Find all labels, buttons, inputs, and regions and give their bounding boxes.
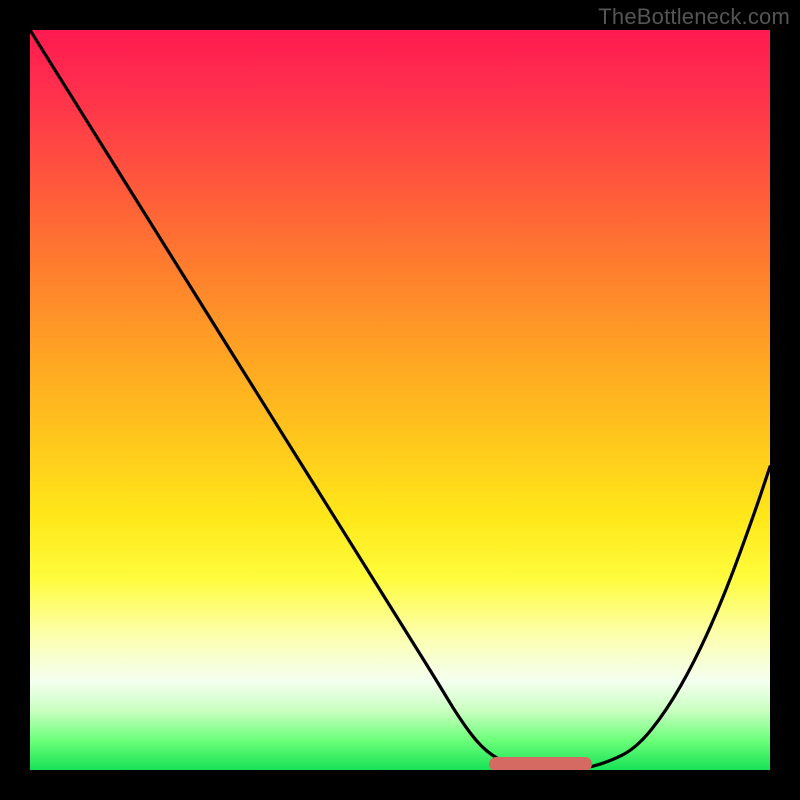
watermark-text: TheBottleneck.com — [598, 4, 790, 30]
curve-svg — [30, 30, 770, 770]
flat-bottom-marker — [489, 757, 593, 770]
bottleneck-curve — [30, 30, 770, 770]
chart-container: TheBottleneck.com — [0, 0, 800, 800]
plot-area — [30, 30, 770, 770]
